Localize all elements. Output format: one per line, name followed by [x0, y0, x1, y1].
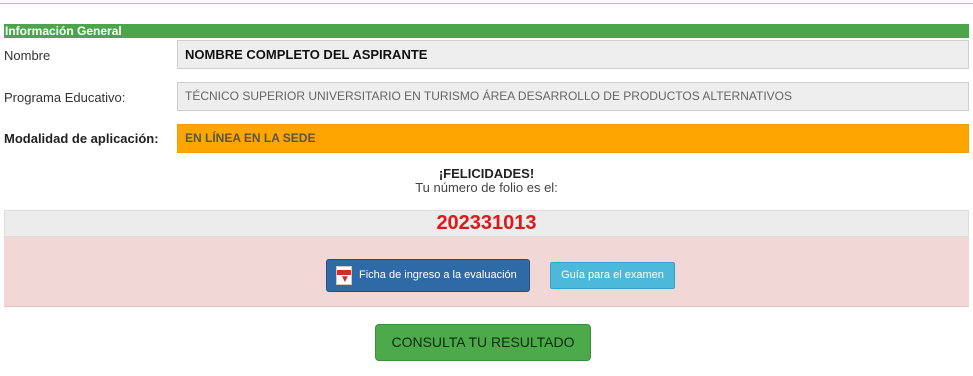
ficha-ingreso-button[interactable]: ▼ Ficha de ingreso a la evaluación [326, 259, 530, 292]
congrats-title: ¡FELICIDADES! [438, 166, 535, 181]
consulta-resultado-button[interactable]: CONSULTA TU RESULTADO [375, 324, 591, 361]
top-divider [0, 3, 973, 4]
section-header-informacion-general: Información General [4, 24, 969, 38]
nombre-field: NOMBRE COMPLETO DEL ASPIRANTE [177, 40, 969, 69]
programa-educativo-field: TÉCNICO SUPERIOR UNIVERSITARIO EN TURISM… [177, 82, 969, 111]
programa-educativo-label: Programa Educativo: [4, 90, 126, 105]
guia-examen-button[interactable]: Guía para el examen [550, 262, 675, 289]
folio-number: 202331013 [436, 212, 537, 234]
pdf-download-icon: ▼ [336, 266, 352, 285]
modalidad-field: EN LÍNEA EN LA SEDE [177, 124, 969, 153]
modalidad-label: Modalidad de aplicación: [4, 131, 159, 146]
folio-intro-text: Tu número de folio es el: [415, 180, 558, 195]
nombre-label: Nombre [4, 48, 51, 63]
ficha-ingreso-label: Ficha de ingreso a la evaluación [359, 269, 517, 281]
